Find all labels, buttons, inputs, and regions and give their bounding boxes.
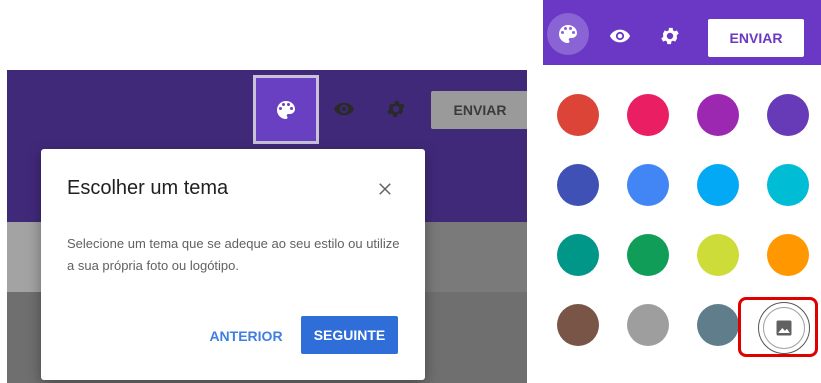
- previous-button[interactable]: ANTERIOR: [201, 317, 291, 355]
- theme-color-swatch[interactable]: [627, 234, 669, 276]
- theme-color-swatch[interactable]: [557, 304, 599, 346]
- dialog-title: Escolher um tema: [67, 177, 229, 199]
- choose-theme-dialog: Escolher um tema Selecione um tema que s…: [41, 149, 425, 380]
- theme-color-swatch[interactable]: [767, 164, 809, 206]
- customize-theme-button[interactable]: [547, 13, 589, 55]
- theme-color-swatch[interactable]: [627, 304, 669, 346]
- theme-color-swatch[interactable]: [767, 94, 809, 136]
- theme-options-panel: ENVIAR: [543, 0, 821, 383]
- form-toolbar: ENVIAR: [543, 0, 821, 65]
- theme-color-swatch[interactable]: [557, 94, 599, 136]
- send-button[interactable]: ENVIAR: [708, 19, 804, 57]
- palette-icon: [277, 100, 295, 119]
- theme-color-swatch[interactable]: [767, 234, 809, 276]
- preview-button[interactable]: [329, 94, 359, 124]
- theme-color-swatch[interactable]: [557, 234, 599, 276]
- theme-color-swatch[interactable]: [697, 164, 739, 206]
- customize-theme-button[interactable]: [253, 75, 319, 144]
- theme-color-swatch[interactable]: [697, 234, 739, 276]
- eye-icon: [333, 102, 355, 116]
- custom-image-highlight: [738, 297, 818, 357]
- settings-button[interactable]: [381, 94, 411, 124]
- image-icon: [776, 320, 792, 336]
- preview-button[interactable]: [606, 22, 634, 50]
- theme-color-swatch[interactable]: [697, 94, 739, 136]
- theme-color-swatch[interactable]: [697, 304, 739, 346]
- send-button[interactable]: ENVIAR: [431, 91, 527, 129]
- settings-button[interactable]: [656, 22, 684, 50]
- eye-icon: [609, 29, 631, 43]
- theme-color-swatch[interactable]: [627, 94, 669, 136]
- palette-icon: [559, 25, 577, 43]
- dialog-description: Selecione um tema que se adeque ao seu e…: [67, 236, 400, 273]
- theme-color-swatch[interactable]: [557, 164, 599, 206]
- form-card-dimmed: [7, 222, 42, 292]
- gear-icon: [661, 27, 679, 45]
- close-icon: [379, 183, 391, 195]
- close-button[interactable]: [371, 175, 399, 203]
- theme-color-swatch[interactable]: [627, 164, 669, 206]
- gear-icon: [387, 100, 405, 118]
- next-button[interactable]: SEGUINTE: [301, 316, 398, 354]
- choose-image-button[interactable]: [758, 302, 810, 354]
